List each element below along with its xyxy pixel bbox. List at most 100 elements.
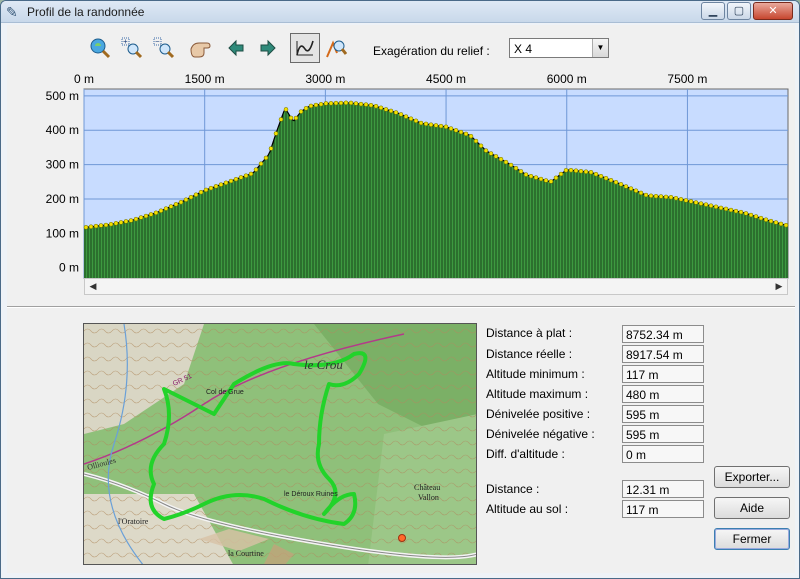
distance-plat-value: 8752.34 m [622, 325, 704, 343]
altitude-sol-value: 117 m [622, 500, 704, 518]
altitude-max-label: Altitude maximum : [486, 387, 589, 401]
elevation-point [338, 100, 344, 106]
elevation-point [413, 118, 419, 124]
x-tick-label: 7500 m [667, 72, 707, 86]
diff-altitude-label: Diff. d'altitude : [486, 447, 565, 461]
elevation-point [143, 213, 149, 219]
scroll-left-icon[interactable]: ◀ [85, 279, 101, 294]
elevation-point [253, 167, 259, 172]
map-label-vallon: Vallon [418, 493, 439, 502]
next-button[interactable] [255, 35, 281, 61]
zoom-extent-button[interactable] [87, 35, 113, 61]
elevation-point [343, 100, 349, 106]
previous-button[interactable] [223, 35, 249, 61]
map-label-oratoire: l'Oratoire [118, 517, 149, 526]
elevation-point [448, 126, 454, 131]
elevation-point [498, 156, 504, 162]
pan-hand-button[interactable] [187, 35, 213, 61]
elevation-point [743, 211, 749, 216]
elevation-point [428, 122, 434, 127]
elevation-point [213, 184, 219, 189]
elevation-point [388, 108, 394, 114]
profile-horizontal-scrollbar[interactable]: ◀ ▶ [84, 278, 788, 295]
elevation-point [573, 168, 579, 173]
elevation-point [718, 205, 724, 211]
elevation-point [193, 192, 199, 197]
app-icon: ✎ [6, 4, 18, 20]
measure-button[interactable] [323, 35, 349, 61]
relief-exaggeration-select[interactable]: X 4 ▼ [509, 38, 609, 58]
diff-altitude-value: 0 m [622, 445, 704, 463]
route-map[interactable]: le Crou Col de Grue le Déroux Ruines Châ… [83, 323, 477, 565]
elevation-point [178, 199, 184, 205]
elevation-point [433, 123, 439, 128]
elevation-point [268, 146, 274, 151]
export-button[interactable]: Exporter... [714, 466, 790, 488]
elevation-point [368, 102, 374, 108]
denivelee-negative-label: Dénivelée négative : [486, 427, 595, 441]
elevation-profile-chart[interactable]: 0 m 1500 m 3000 m 4500 m 6000 m 7500 m 500 m 40… [7, 69, 795, 279]
elevation-point [313, 102, 319, 108]
map-label-courtine: la Courtine [228, 549, 264, 558]
elevation-point [308, 103, 314, 109]
elevation-point [408, 116, 414, 121]
elevation-point [223, 180, 229, 186]
scroll-right-icon[interactable]: ▶ [771, 279, 787, 294]
title-bar[interactable]: ✎ Profil de la randonnée ▁ ▢ ✕ [1, 1, 799, 23]
measure-icon [326, 40, 347, 58]
elevation-point [713, 204, 719, 210]
elevation-point [348, 100, 354, 106]
elevation-point [113, 221, 119, 226]
chevron-down-icon[interactable]: ▼ [592, 39, 608, 57]
zoom-in-icon: + [121, 37, 143, 59]
elevation-point [358, 101, 364, 107]
elevation-point [548, 179, 554, 184]
elevation-point [443, 124, 449, 130]
profile-mode-icon [296, 40, 314, 56]
elevation-point [523, 172, 529, 177]
elevation-point [568, 167, 574, 173]
elevation-point [363, 102, 369, 107]
elevation-point [588, 169, 594, 175]
zoom-out-button[interactable]: − [151, 35, 177, 61]
map-label-deroux: le Déroux Ruines [284, 491, 338, 498]
elevation-point [543, 178, 549, 183]
altitude-min-label: Altitude minimum : [486, 367, 585, 381]
help-button[interactable]: Aide [714, 497, 790, 519]
elevation-point [533, 175, 539, 180]
elevation-point [483, 148, 489, 153]
elevation-point [278, 117, 284, 122]
svg-text:+: + [123, 37, 128, 46]
elevation-point [503, 159, 509, 165]
elevation-point [508, 162, 514, 168]
distance-reelle-value: 8917.54 m [622, 345, 704, 363]
denivelee-positive-value: 595 m [622, 405, 704, 423]
elevation-point [473, 138, 479, 144]
elevation-point [528, 173, 534, 179]
elevation-point [93, 223, 99, 229]
profile-mode-button[interactable] [290, 33, 320, 63]
elevation-point [678, 197, 684, 202]
elevation-point [208, 185, 214, 191]
elevation-point [778, 221, 784, 227]
distance-label: Distance : [486, 482, 540, 496]
elevation-point [303, 106, 309, 111]
elevation-point [203, 187, 209, 193]
minimize-button[interactable]: ▁ [701, 2, 725, 20]
maximize-button[interactable]: ▢ [727, 2, 751, 20]
zoom-out-icon: − [153, 37, 175, 59]
elevation-point [558, 171, 564, 177]
x-tick-label: 6000 m [547, 72, 587, 86]
elevation-point [578, 168, 584, 174]
elevation-point [493, 154, 499, 159]
elevation-point [168, 204, 174, 209]
topographic-map: le Crou Col de Grue le Déroux Ruines Châ… [84, 324, 476, 564]
elevation-point [83, 225, 89, 230]
dialog-client: + − Exagération du relief : X 4 ▼ 0 m 150… [7, 25, 795, 573]
zoom-in-button[interactable]: + [119, 35, 145, 61]
x-tick-label: 0 m [74, 72, 94, 86]
elevation-point [698, 201, 704, 206]
close-button[interactable]: Fermer [714, 528, 790, 550]
elevation-point [88, 224, 94, 229]
close-window-button[interactable]: ✕ [753, 2, 793, 20]
